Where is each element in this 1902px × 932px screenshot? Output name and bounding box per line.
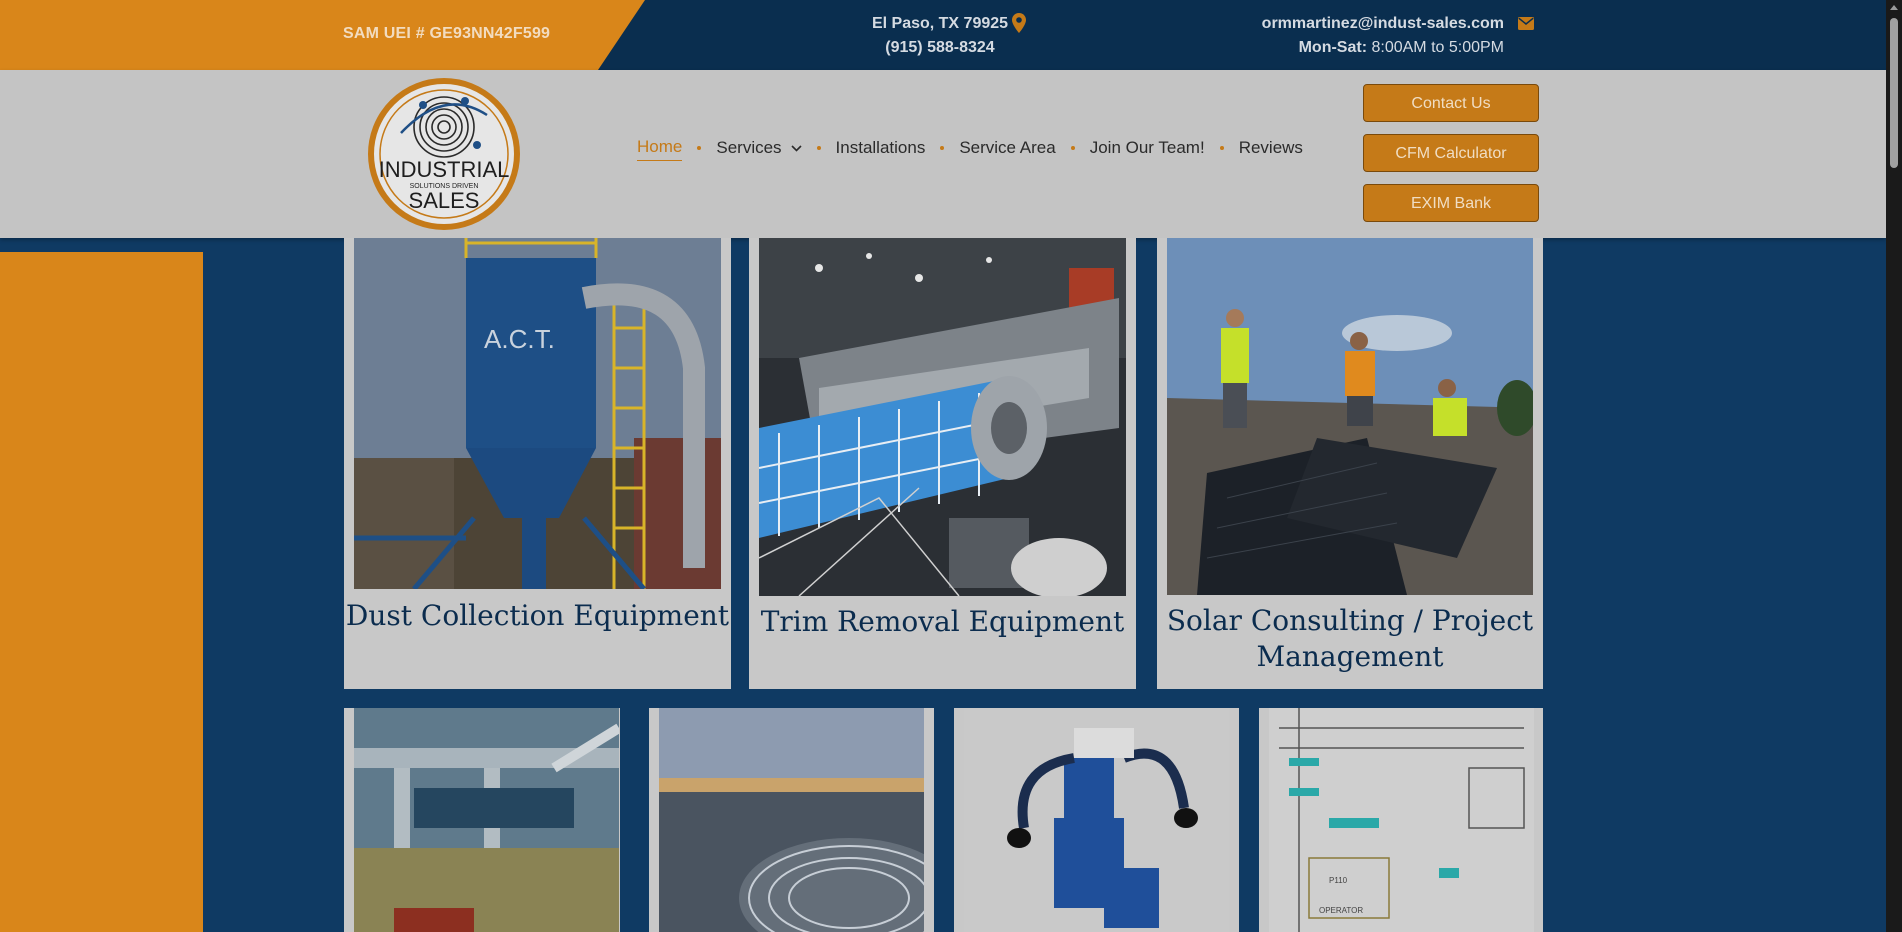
main-nav: Home Services Installations Service Area… xyxy=(637,136,1303,161)
left-orange-panel xyxy=(0,252,203,932)
layout-blueprint-image: P110 OPERATOR xyxy=(1269,708,1534,932)
envelope-icon xyxy=(1518,17,1534,30)
fume-extractor-image xyxy=(964,708,1229,932)
map-pin-icon xyxy=(1012,13,1026,33)
nav-installations-label: Installations xyxy=(835,138,926,157)
top-info-bar: SAM UEI # GE93NN42F599 El Paso, TX 79925… xyxy=(0,0,1886,70)
exim-bank-button[interactable]: EXIM Bank xyxy=(1363,184,1539,222)
card-title-solar-consulting: Solar Consulting / Project Management xyxy=(1166,604,1534,673)
scroll-up-arrow-icon[interactable] xyxy=(1889,3,1899,11)
nav-separator xyxy=(1070,146,1075,150)
nav-services[interactable]: Services xyxy=(716,136,802,160)
nav-separator xyxy=(1219,146,1224,150)
chevron-down-icon xyxy=(790,144,802,152)
service-card-trim-removal[interactable]: Trim Removal Equipment xyxy=(749,238,1136,689)
service-card-layout-design[interactable]: P110 OPERATOR xyxy=(1259,708,1543,932)
card-title-dust-collection: Dust Collection Equipment xyxy=(345,599,730,632)
service-card-hvac[interactable] xyxy=(649,708,934,932)
email-link[interactable]: ormmartinez@indust-sales.com xyxy=(1262,15,1504,32)
nav-separator xyxy=(816,146,821,150)
nav-installations[interactable]: Installations xyxy=(836,136,926,160)
nav-home-label: Home xyxy=(637,136,683,156)
nav-join-label: Join Our Team! xyxy=(1089,138,1205,157)
contact-block: ormmartinez@indust-sales.com Mon-Sat: 8:… xyxy=(1180,12,1504,60)
rooftop-hvac-image xyxy=(659,708,924,932)
service-card-dust-collection[interactable]: A.C.T. Dust Collection Equipment xyxy=(344,238,731,689)
nav-service-area-label: Service Area xyxy=(959,138,1056,157)
location-block: El Paso, TX 79925 (915) 588-8324 xyxy=(840,12,1040,60)
scrollbar-thumb[interactable] xyxy=(1890,18,1898,168)
nav-service-area[interactable]: Service Area xyxy=(959,136,1055,160)
phone-link[interactable]: (915) 588-8324 xyxy=(840,36,1040,60)
service-card-solar-consulting[interactable]: Solar Consulting / Project Management xyxy=(1157,238,1543,689)
logo-text-industrial: INDUSTRIAL xyxy=(379,157,510,182)
solar-installation-image xyxy=(1167,238,1533,595)
service-card-facility[interactable] xyxy=(344,708,620,932)
city-text: El Paso, TX 79925 xyxy=(871,15,1009,32)
trim-removal-image xyxy=(759,238,1126,596)
nav-reviews[interactable]: Reviews xyxy=(1239,136,1303,160)
svg-text:OPERATOR: OPERATOR xyxy=(1319,906,1363,915)
dust-collector-image: A.C.T. xyxy=(354,238,721,589)
nav-separator xyxy=(940,146,945,150)
svg-text:A.C.T.: A.C.T. xyxy=(484,324,555,354)
industrial-sales-logo[interactable]: INDUSTRIAL SOLUTIONS DRIVEN SALES xyxy=(367,77,521,231)
svg-text:P110: P110 xyxy=(1329,876,1348,885)
contact-us-button[interactable]: Contact Us xyxy=(1363,84,1539,122)
card-title-trim-removal: Trim Removal Equipment xyxy=(760,605,1125,638)
nav-join-our-team[interactable]: Join Our Team! xyxy=(1090,136,1205,160)
nav-separator xyxy=(697,146,702,150)
hours-label: Mon-Sat: xyxy=(1298,39,1368,56)
service-card-fume-extraction[interactable] xyxy=(954,708,1239,932)
facility-ducting-image xyxy=(354,708,619,932)
sam-uei-text: SAM UEI # GE93NN42F599 xyxy=(343,25,551,42)
logo-text-sales: SALES xyxy=(409,188,480,213)
nav-home[interactable]: Home xyxy=(637,136,683,161)
hours-value: 8:00AM to 5:00PM xyxy=(1371,39,1504,56)
nav-reviews-label: Reviews xyxy=(1238,138,1303,157)
nav-services-label: Services xyxy=(716,138,782,157)
cfm-calculator-button[interactable]: CFM Calculator xyxy=(1363,134,1539,172)
